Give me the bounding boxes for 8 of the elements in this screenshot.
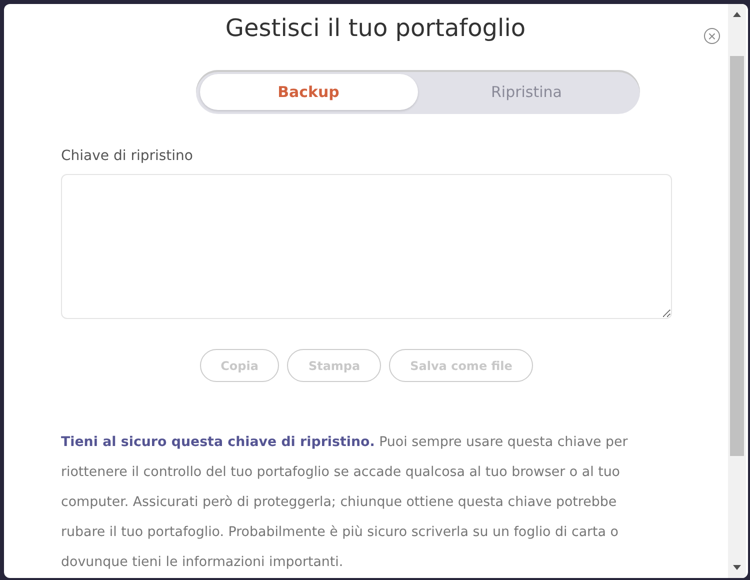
scrollbar[interactable] (728, 4, 746, 578)
recovery-key-field[interactable] (61, 174, 672, 319)
field-label: Chiave di ripristino (61, 148, 194, 164)
tab[interactable]: Backup (200, 74, 418, 110)
tab[interactable]: Ripristina (418, 74, 636, 110)
notice-paragraph: Tieni al sicuro questa chiave di ripristino. Puoi sempre usare questa chiave per riottenere il controllo del tuo portafoglio se accade qualcosa al tuo browser o al tuo computer. Assicurati però di proteggerla; chiunque ottiene questa chiave potrebbe rubare il tuo portafoglio. Probabilmente è più sicuro scriverla su un foglio di carta o dovunque tieni le informazioni importanti. (61, 434, 629, 572)
dialog-title: Gestisci il tuo portafoglio (224, 14, 527, 42)
close-icon[interactable]: × (704, 28, 720, 44)
